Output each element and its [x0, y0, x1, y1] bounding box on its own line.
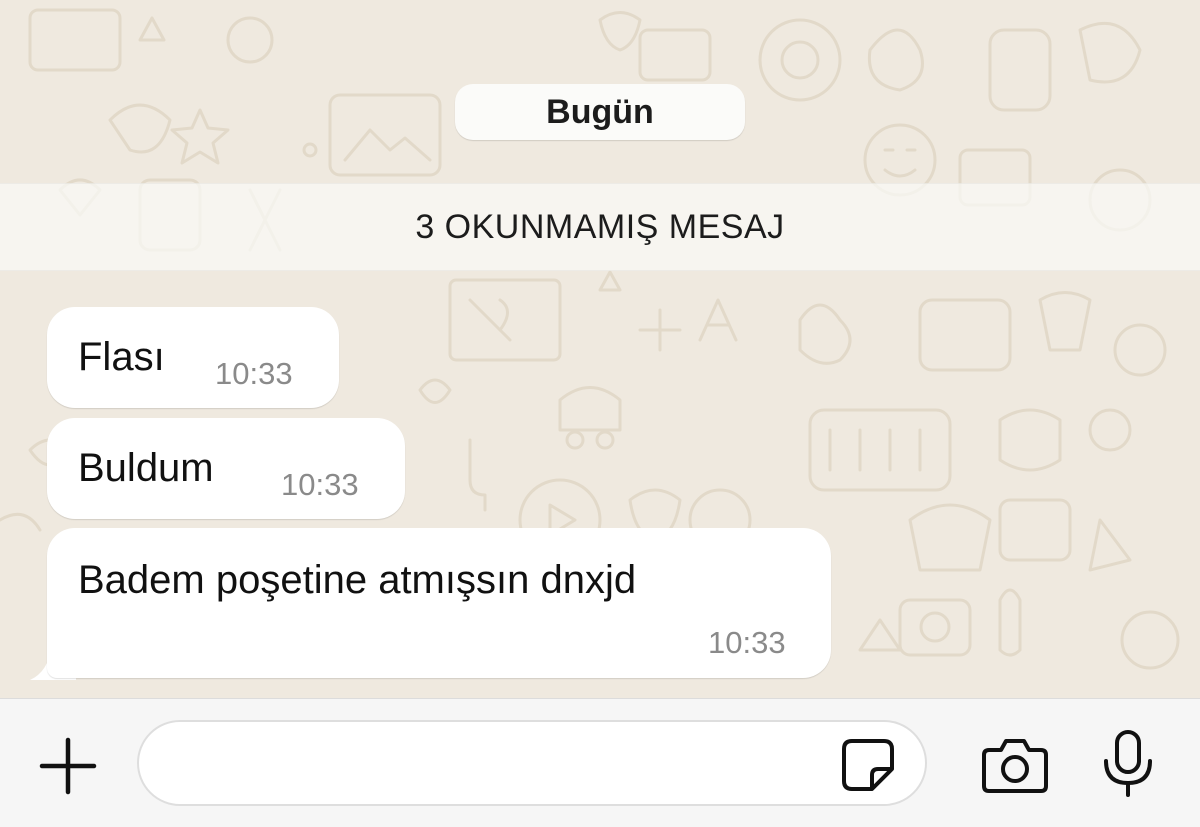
unread-messages-banner: 3 OKUNMAMIŞ MESAJ [0, 183, 1200, 271]
chat-background: Bugün 3 OKUNMAMIŞ MESAJ Flası 10:33 Buld… [0, 0, 1200, 698]
message-time: 10:33 [215, 356, 293, 391]
message-bubble[interactable]: Badem poşetine atmışsın dnxjd 10:33 [47, 528, 831, 678]
microphone-icon[interactable] [1100, 729, 1156, 799]
message-text: Flası [78, 335, 165, 379]
message-text: Buldum [78, 446, 214, 490]
date-separator: Bugün [455, 84, 745, 140]
message-input[interactable] [137, 720, 927, 806]
message-time: 10:33 [281, 467, 359, 502]
sticker-icon[interactable] [838, 735, 898, 795]
plus-icon[interactable] [36, 734, 100, 798]
message-bubble[interactable]: Buldum 10:33 [47, 418, 405, 519]
message-bubble[interactable]: Flası 10:33 [47, 307, 339, 408]
camera-icon[interactable] [981, 736, 1049, 794]
message-text: Badem poşetine atmışsın dnxjd [78, 558, 637, 602]
message-time: 10:33 [708, 625, 786, 660]
